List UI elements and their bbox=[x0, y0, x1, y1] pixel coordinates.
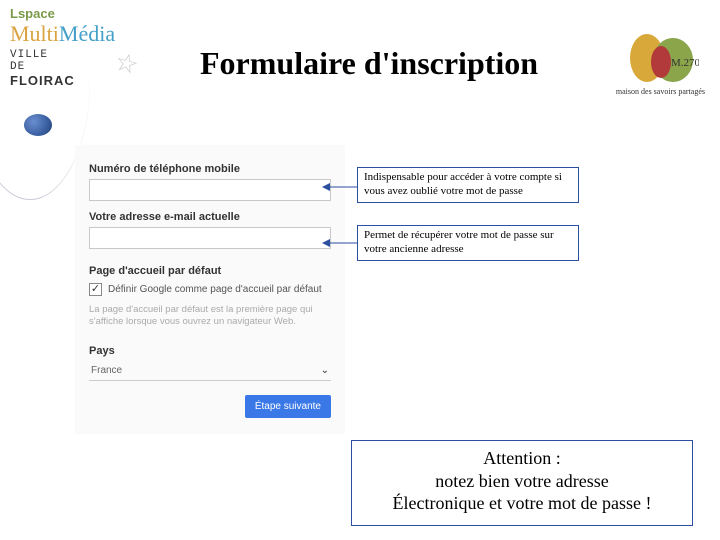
badge-icon: M.270 bbox=[621, 30, 699, 85]
globe-icon bbox=[24, 114, 52, 136]
logo-lspace: Lspace bbox=[10, 6, 175, 21]
chevron-down-icon: ⌄ bbox=[321, 365, 329, 376]
logo-multimedia: MultiMédia bbox=[10, 21, 175, 47]
label-homepage-section: Page d'accueil par défaut bbox=[89, 265, 331, 277]
next-step-button[interactable]: Étape suivante bbox=[245, 395, 331, 418]
callout-email: Permet de récupérer votre mot de passe s… bbox=[357, 225, 579, 261]
phone-input[interactable] bbox=[89, 179, 331, 201]
attention-box: Attention : notez bien votre adresse Éle… bbox=[351, 440, 693, 526]
callout-phone: Indispensable pour accéder à votre compt… bbox=[357, 167, 579, 203]
logo-ville: VILLE DE bbox=[10, 49, 175, 73]
email-input[interactable] bbox=[89, 227, 331, 249]
label-email: Votre adresse e-mail actuelle bbox=[89, 211, 331, 223]
attention-line1: Attention : bbox=[360, 447, 684, 470]
label-phone: Numéro de téléphone mobile bbox=[89, 163, 331, 175]
badge-tagline: maison des savoirs partagés bbox=[616, 87, 705, 96]
page-title: Formulaire d'inscription bbox=[200, 45, 538, 82]
signup-form-panel: Numéro de téléphone mobile Votre adresse… bbox=[75, 145, 345, 434]
logo-floirac: FLOIRAC bbox=[10, 73, 175, 88]
homepage-checkbox-row[interactable]: ✓ Définir Google comme page d'accueil pa… bbox=[89, 283, 331, 296]
homepage-hint: La page d'accueil par défaut est la prem… bbox=[89, 304, 331, 329]
logo-block: Lspace MultiMédia VILLE DE FLOIRAC ☆ bbox=[10, 6, 175, 88]
attention-line3: Électronique et votre mot de passe ! bbox=[360, 492, 684, 515]
badge-label: M.270 bbox=[671, 57, 699, 69]
country-select[interactable]: France ⌄ bbox=[89, 361, 331, 381]
label-country: Pays bbox=[89, 345, 331, 357]
badge-m270: M.270 maison des savoirs partagés bbox=[616, 30, 705, 96]
checkbox-label: Définir Google comme page d'accueil par … bbox=[108, 284, 322, 295]
attention-line2: notez bien votre adresse bbox=[360, 470, 684, 493]
checkbox-icon[interactable]: ✓ bbox=[89, 283, 102, 296]
country-value: France bbox=[91, 365, 122, 376]
